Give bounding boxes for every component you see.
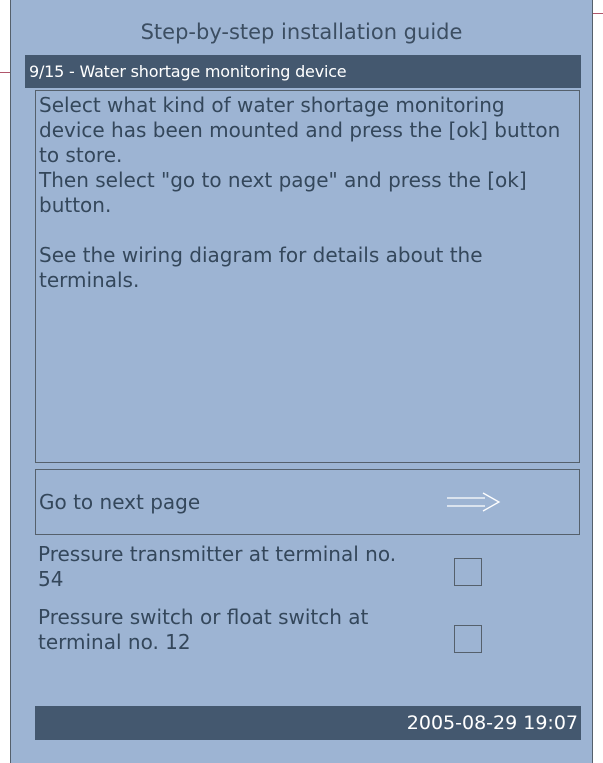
step-header: 9/15 - Water shortage monitoring device (25, 55, 581, 88)
go-to-next-page-button[interactable]: Go to next page (35, 469, 580, 535)
instructions-box: Select what kind of water shortage monit… (35, 90, 580, 463)
instruction-text: See the wiring diagram for details about… (39, 243, 483, 292)
right-arrow-icon (447, 492, 501, 512)
pressure-transmitter-checkbox[interactable] (454, 558, 482, 586)
page-title: Step-by-step installation guide (140, 20, 463, 44)
next-page-label: Go to next page (39, 490, 201, 514)
datetime: 2005-08-29 19:07 (406, 712, 578, 734)
decorative-line (0, 72, 10, 73)
option-label: Pressure switch or float switch at termi… (38, 605, 369, 654)
instruction-text: Select what kind of water shortage monit… (39, 93, 561, 167)
instruction-text: Then select "go to next page" and press … (39, 168, 527, 217)
pressure-switch-checkbox[interactable] (454, 625, 482, 653)
status-bar: 2005-08-29 19:07 (35, 706, 581, 740)
option-label: Pressure transmitter at terminal no. 54 (38, 542, 397, 591)
